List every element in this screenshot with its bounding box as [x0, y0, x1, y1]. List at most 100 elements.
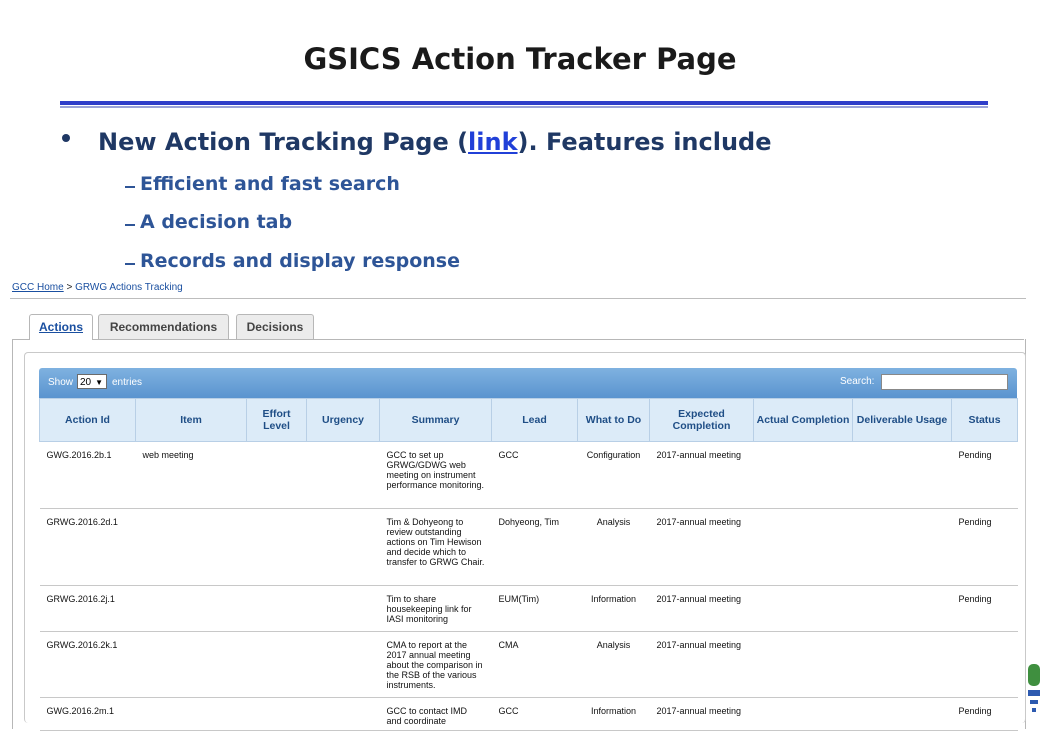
cell-what-to-do: Configuration	[577, 441, 650, 509]
cell-actual-completion	[753, 441, 853, 509]
col-header-urgency[interactable]: Urgency	[306, 398, 380, 442]
cell-summary: CMA to report at the 2017 annual meeting…	[379, 631, 492, 698]
sub-bullet-dash	[125, 263, 135, 265]
cell-actual-completion	[753, 508, 853, 586]
cell-summary: Tim to share housekeeping link for IASI …	[379, 585, 492, 632]
cell-urgency	[306, 697, 380, 731]
cell-urgency	[306, 585, 380, 632]
breadcrumb-separator: >	[63, 282, 76, 293]
cell-status: Pending	[951, 697, 1018, 731]
tab-recommendations[interactable]: Recommendations	[98, 314, 229, 339]
cell-effort-level	[246, 631, 307, 698]
cell-expected-completion: 2017-annual meeting	[649, 441, 754, 509]
col-header-actual-completion[interactable]: Actual Completion	[753, 398, 853, 442]
cell-deliverable-usage	[852, 441, 952, 509]
col-header-action-id[interactable]: Action Id	[39, 398, 136, 442]
table-row[interactable]: GRWG.2016.2j.1 Tim to share housekeeping…	[39, 585, 1018, 632]
col-header-lead[interactable]: Lead	[491, 398, 578, 442]
cell-status: Pending	[951, 441, 1018, 509]
cell-lead: GCC	[491, 441, 578, 509]
cell-deliverable-usage	[852, 697, 952, 731]
cell-action-id: GWG.2016.2b.1	[39, 441, 136, 509]
sub-bullet-1: Efficient and fast search	[140, 173, 400, 195]
cell-effort-level	[246, 585, 307, 632]
bullet-text-prefix: New Action Tracking Page (	[98, 128, 469, 156]
cell-actual-completion	[753, 631, 853, 698]
cell-item: web meeting	[135, 441, 247, 509]
sub-bullet-2: A decision tab	[140, 211, 293, 233]
sub-bullet-3: Records and display response	[140, 250, 461, 272]
bullet-dot	[62, 134, 70, 142]
cell-effort-level	[246, 508, 307, 586]
show-label: Show	[48, 377, 74, 388]
col-header-what-to-do[interactable]: What to Do	[577, 398, 650, 442]
cell-urgency	[306, 441, 380, 509]
tracker-link[interactable]: link	[468, 128, 518, 156]
cell-action-id: GWG.2016.2m.1	[39, 697, 136, 731]
cell-summary: GCC to contact IMD and coordinate	[379, 697, 492, 731]
breadcrumb-home[interactable]: GCC Home	[12, 282, 64, 293]
cell-item	[135, 585, 247, 632]
table-row[interactable]: GWG.2016.2m.1 GCC to contact IMD and coo…	[39, 697, 1018, 731]
cell-what-to-do: Analysis	[577, 631, 650, 698]
cell-deliverable-usage	[852, 585, 952, 632]
logo-edge-icon	[1026, 660, 1040, 720]
actions-table: Action Id Item Effort Level Urgency Summ…	[39, 398, 1018, 731]
col-header-effort-level[interactable]: Effort Level	[246, 398, 307, 442]
cell-lead: CMA	[491, 631, 578, 698]
cell-actual-completion	[753, 585, 853, 632]
table-row[interactable]: GRWG.2016.2k.1 CMA to report at the 2017…	[39, 631, 1018, 698]
cell-item	[135, 508, 247, 586]
breadcrumb: GCC Home > GRWG Actions Tracking	[12, 282, 183, 293]
entries-select[interactable]: 20 ▼	[77, 374, 107, 389]
cell-what-to-do: Analysis	[577, 508, 650, 586]
cell-deliverable-usage	[852, 508, 952, 586]
col-header-deliverable-usage[interactable]: Deliverable Usage	[852, 398, 952, 442]
table-row[interactable]: GRWG.2016.2d.1 Tim & Dohyeong to review …	[39, 508, 1018, 586]
cell-item	[135, 631, 247, 698]
table-row[interactable]: GWG.2016.2b.1 web meeting GCC to set up …	[39, 441, 1018, 509]
cell-action-id: GRWG.2016.2k.1	[39, 631, 136, 698]
title-rule-shadow	[60, 106, 988, 108]
breadcrumb-rule	[10, 298, 1026, 299]
cell-expected-completion: 2017-annual meeting	[649, 585, 754, 632]
chevron-down-icon: ▼	[95, 378, 103, 387]
cell-action-id: GRWG.2016.2j.1	[39, 585, 136, 632]
cell-summary: GCC to set up GRWG/GDWG web meeting on i…	[379, 441, 492, 509]
title-rule	[60, 101, 988, 105]
cell-what-to-do: Information	[577, 585, 650, 632]
bullet-text-suffix: ). Features include	[517, 128, 772, 156]
search-label: Search:	[840, 376, 875, 387]
cell-status: Pending	[951, 508, 1018, 586]
cell-expected-completion: 2017-annual meeting	[649, 697, 754, 731]
col-header-item[interactable]: Item	[135, 398, 247, 442]
cell-urgency	[306, 508, 380, 586]
search-input[interactable]	[881, 374, 1008, 390]
table-toolbar: Show 20 ▼ entries Search:	[39, 368, 1017, 398]
cell-lead: Dohyeong, Tim	[491, 508, 578, 586]
col-header-expected-completion[interactable]: Expected Completion	[649, 398, 754, 442]
cell-what-to-do: Information	[577, 697, 650, 731]
cell-summary: Tim & Dohyeong to review outstanding act…	[379, 508, 492, 586]
sub-bullet-dash	[125, 186, 135, 188]
cell-expected-completion: 2017-annual meeting	[649, 631, 754, 698]
cell-deliverable-usage	[852, 631, 952, 698]
cell-action-id: GRWG.2016.2d.1	[39, 508, 136, 586]
cell-expected-completion: 2017-annual meeting	[649, 508, 754, 586]
cell-effort-level	[246, 697, 307, 731]
cell-actual-completion	[753, 697, 853, 731]
tab-decisions[interactable]: Decisions	[236, 314, 314, 339]
cell-item	[135, 697, 247, 731]
cell-lead: GCC	[491, 697, 578, 731]
cell-urgency	[306, 631, 380, 698]
tab-actions[interactable]: Actions	[29, 314, 93, 340]
breadcrumb-current: GRWG Actions Tracking	[75, 282, 183, 293]
tab-line	[12, 339, 1024, 340]
cell-status	[951, 631, 1018, 698]
sub-bullet-dash	[125, 224, 135, 226]
entries-label: entries	[112, 377, 143, 388]
table-header-row: Action Id Item Effort Level Urgency Summ…	[39, 398, 1018, 442]
col-header-summary[interactable]: Summary	[379, 398, 492, 442]
cell-effort-level	[246, 441, 307, 509]
col-header-status[interactable]: Status	[951, 398, 1018, 442]
